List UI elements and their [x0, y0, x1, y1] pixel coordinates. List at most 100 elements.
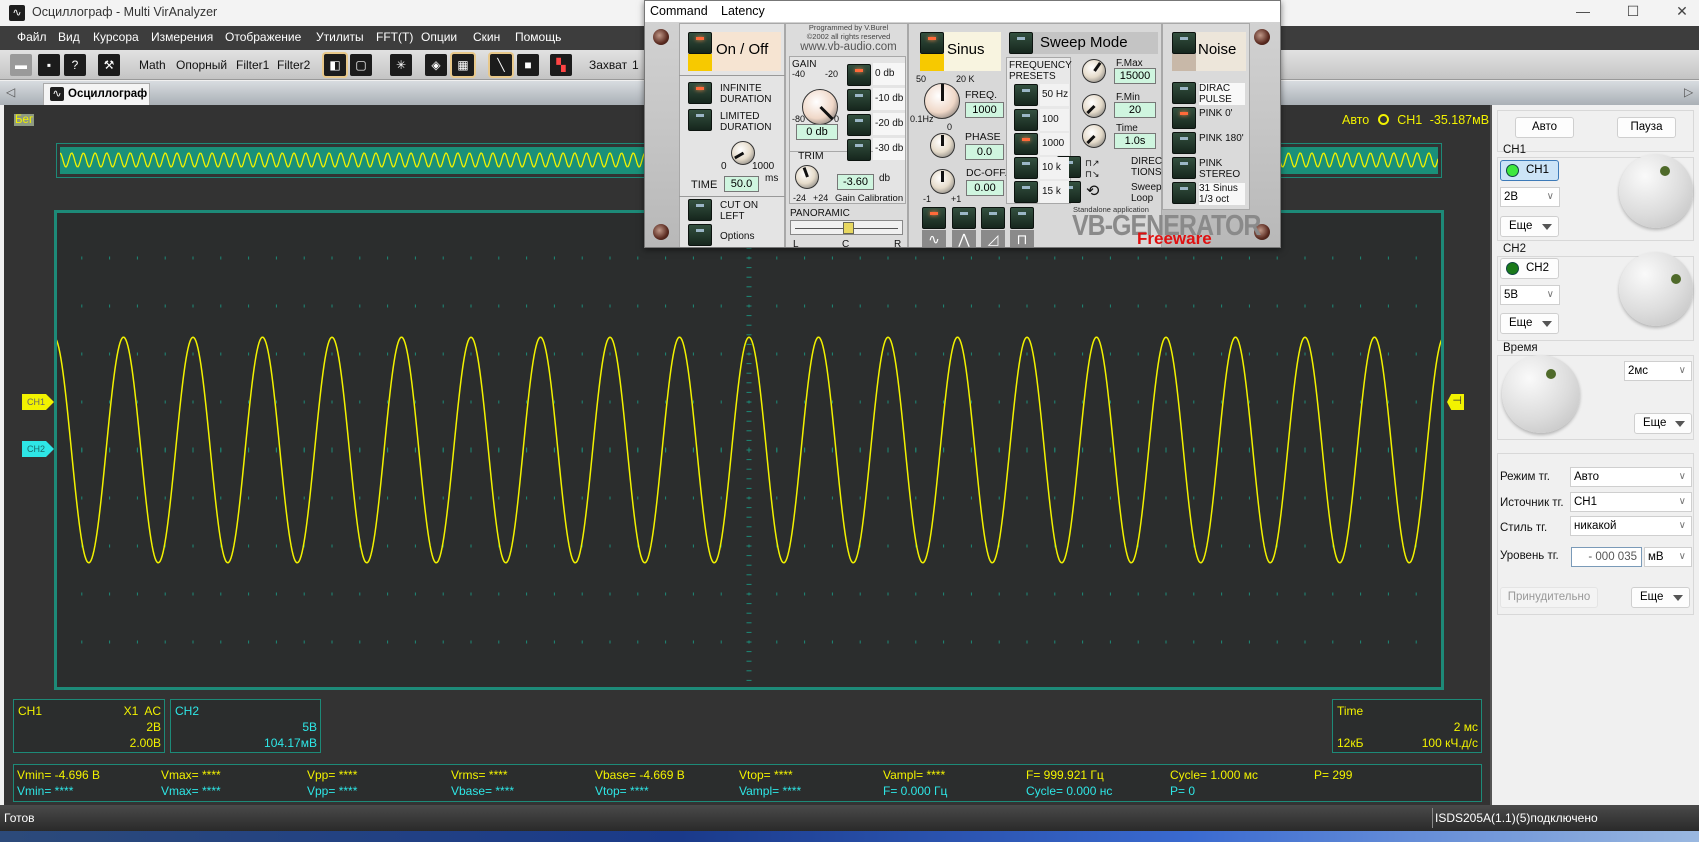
tab-scroll-left-icon[interactable]: ◁	[6, 85, 15, 99]
trigger-source-select[interactable]: CH1 ∨	[1570, 492, 1692, 512]
cut-on-left-button[interactable]	[688, 199, 712, 221]
timebase-knob[interactable]	[1502, 355, 1580, 433]
menu-item[interactable]: Измерения	[151, 30, 213, 44]
capture-value[interactable]: 1	[632, 58, 639, 72]
reference-button[interactable]: Опорный	[176, 58, 227, 72]
trim-field[interactable]: -3.60	[837, 174, 874, 190]
scope-plot[interactable]	[54, 210, 1444, 690]
trigger-level-input[interactable]: - 000 035	[1571, 547, 1642, 567]
menu-item[interactable]: Опции	[421, 30, 457, 44]
ch2-toggle-button[interactable]: CH2	[1500, 258, 1559, 279]
gain-preset-button[interactable]	[847, 64, 871, 86]
menu-item[interactable]: Скин	[473, 30, 500, 44]
menu-item[interactable]: Помощь	[515, 30, 561, 44]
help-icon[interactable]: ?	[64, 54, 86, 76]
filter1-button[interactable]: Filter1	[236, 58, 269, 72]
menu-item[interactable]: Файл	[17, 30, 47, 44]
frequency-knob[interactable]	[924, 83, 960, 119]
gain-field[interactable]: 0 db	[796, 124, 838, 140]
waveform-square-button[interactable]	[1010, 207, 1034, 229]
auto-button[interactable]: Авто	[1515, 117, 1574, 138]
persistence-icon[interactable]: ▦	[452, 54, 474, 76]
ch1-volts-knob[interactable]	[1619, 154, 1693, 228]
timebase-select[interactable]: 2мс ∨	[1624, 361, 1692, 381]
pause-button[interactable]: Пауза	[1617, 117, 1676, 138]
sweep-time-knob[interactable]	[1082, 124, 1106, 148]
close-icon[interactable]: ✕	[1662, 3, 1699, 23]
menu-latency[interactable]: Latency	[721, 4, 765, 18]
panoramic-thumb[interactable]	[843, 222, 854, 234]
dc-offset-field[interactable]: 0.00	[966, 180, 1004, 196]
phase-field[interactable]: 0.0	[965, 144, 1004, 160]
ch1-scale-select[interactable]: 2В ∨	[1500, 187, 1560, 207]
sinus-button[interactable]	[920, 32, 944, 54]
freq-field[interactable]: 1000	[965, 102, 1004, 118]
fmin-field[interactable]: 20	[1114, 102, 1156, 118]
open-icon[interactable]: ▬	[10, 54, 32, 76]
sweep-mode-button[interactable]	[1009, 32, 1033, 54]
ch1-more-button[interactable]: Еще	[1500, 216, 1559, 237]
ch2-volts-knob[interactable]	[1619, 252, 1693, 326]
menu-item[interactable]: Утилиты	[316, 30, 364, 44]
menu-command[interactable]: Command	[650, 4, 708, 18]
maximize-icon[interactable]: ☐	[1613, 3, 1653, 23]
panoramic-slider[interactable]	[790, 220, 903, 235]
noise-type-button[interactable]	[1172, 157, 1196, 179]
fmax-field[interactable]: 15000	[1114, 68, 1156, 84]
noise-type-button[interactable]	[1172, 182, 1196, 204]
force-trigger-button[interactable]: Принудительно	[1500, 587, 1598, 608]
time-field[interactable]: 50.0	[724, 176, 759, 192]
ch2-info-box[interactable]: CH2 5В 104.17мВ	[170, 699, 321, 753]
gain-preset-button[interactable]	[847, 114, 871, 136]
menu-item[interactable]: Отображение	[225, 30, 301, 44]
tab-scroll-right-icon[interactable]: ▷	[1684, 85, 1693, 99]
noise-button[interactable]	[1172, 32, 1196, 54]
cursor-icon[interactable]: ◈	[425, 54, 447, 76]
time-more-button[interactable]: Еще	[1634, 413, 1692, 434]
hammer-icon[interactable]: ⚒	[98, 54, 120, 76]
trigger-unit-select[interactable]: мВ ∨	[1644, 547, 1692, 567]
menu-item[interactable]: Курсора	[93, 30, 139, 44]
line-draw-icon[interactable]: ╲	[490, 54, 512, 76]
vb-audio-link[interactable]: www.vb-audio.com	[789, 41, 908, 53]
ch1-toggle-button[interactable]: CH1	[1500, 160, 1559, 181]
dc-offset-knob[interactable]	[930, 169, 955, 194]
noise-type-button[interactable]	[1172, 132, 1196, 154]
split-view-icon[interactable]: ◧	[324, 54, 346, 76]
trim-knob[interactable]	[795, 165, 819, 189]
gain-preset-button[interactable]	[847, 139, 871, 161]
math-button[interactable]: Math	[139, 58, 166, 72]
options-button[interactable]	[688, 224, 712, 246]
tab-oscilloscope[interactable]: ∿ Осциллограф	[43, 83, 150, 105]
fmin-knob[interactable]	[1082, 94, 1106, 118]
time-info-box[interactable]: Time 2 мс 12кБ 100 кЧ.д/с	[1332, 699, 1482, 753]
fmax-knob[interactable]	[1082, 59, 1106, 83]
autoset-icon[interactable]: ✳	[390, 54, 412, 76]
frequency-preset-button[interactable]	[1014, 109, 1038, 131]
ch2-more-button[interactable]: Еще	[1500, 313, 1559, 334]
minimize-icon[interactable]: —	[1563, 3, 1603, 23]
gain-preset-button[interactable]	[847, 89, 871, 111]
gain-knob[interactable]	[802, 89, 838, 125]
waveform-sine-button[interactable]	[922, 207, 946, 229]
limited-duration-button[interactable]	[688, 109, 712, 131]
filter2-button[interactable]: Filter2	[277, 58, 310, 72]
frequency-preset-button[interactable]	[1014, 133, 1038, 155]
dot-draw-icon[interactable]: ■	[517, 54, 539, 76]
frequency-preset-button[interactable]	[1014, 157, 1038, 179]
frequency-preset-button[interactable]	[1014, 84, 1038, 106]
single-view-icon[interactable]: ▢	[350, 54, 372, 76]
waveform-triangle-button[interactable]	[952, 207, 976, 229]
trigger-mode-select[interactable]: Авто ∨	[1570, 467, 1692, 487]
noise-type-button[interactable]	[1172, 82, 1196, 104]
menu-item[interactable]: Вид	[58, 30, 80, 44]
noise-type-button[interactable]	[1172, 107, 1196, 129]
infinite-duration-button[interactable]	[688, 82, 712, 104]
ch2-scale-select[interactable]: 5В ∨	[1500, 285, 1560, 305]
trigger-style-select[interactable]: никакой ∨	[1570, 516, 1692, 536]
sweep-time-field[interactable]: 1.0s	[1114, 133, 1156, 149]
phase-knob[interactable]	[930, 133, 955, 158]
trigger-more-button[interactable]: Еще	[1631, 587, 1690, 608]
color-icon[interactable]: ▚	[550, 54, 572, 76]
ch1-info-box[interactable]: CH1 X1 AC 2В 2.00В	[13, 699, 165, 753]
